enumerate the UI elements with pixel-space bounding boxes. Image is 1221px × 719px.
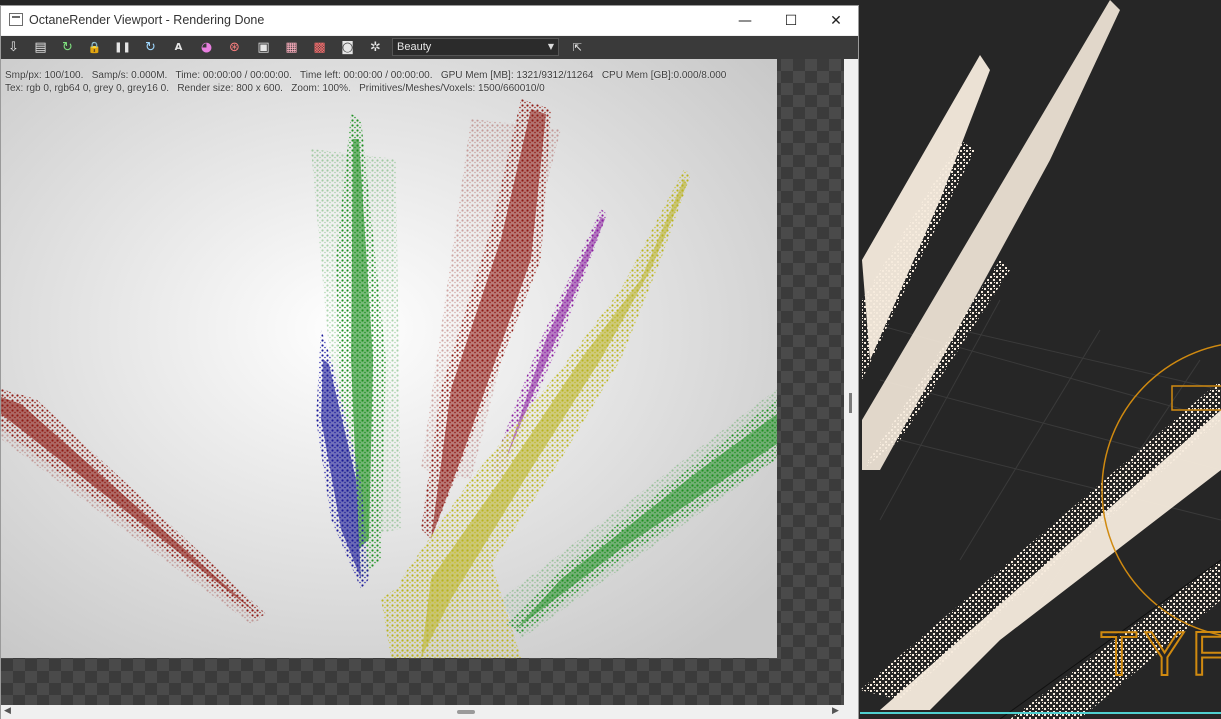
window-title: OctaneRender Viewport - Rendering Done <box>29 13 265 27</box>
film-region-icon[interactable]: ▦ <box>283 39 300 56</box>
viewport-label: TYF <box>1100 620 1221 689</box>
render-toolbar: ⇩ ▤ ↻ 🔒 ❚❚ ↻ A ◕ ⊛ ▣ ▦ ▩ ◙ ✲ Beauty ▼ ⇱ <box>1 36 858 59</box>
timeline-accent <box>860 712 1221 714</box>
region-icon[interactable]: ▣ <box>255 39 272 56</box>
horizontal-scrollbar[interactable]: ◀ ▶ <box>1 705 858 719</box>
maximize-button[interactable]: ☐ <box>768 6 814 35</box>
title-bar[interactable]: OctaneRender Viewport - Rendering Done —… <box>1 6 858 35</box>
window-app-icon <box>9 13 23 26</box>
vertical-scroll-thumb[interactable] <box>849 393 852 413</box>
color-wheel-icon[interactable]: ◕ <box>198 39 215 56</box>
aperture-icon[interactable]: A <box>170 39 187 56</box>
target-icon[interactable]: ⊛ <box>226 39 243 56</box>
dropdown-arrow-icon: ▼ <box>547 42 554 51</box>
clipboard-icon[interactable]: ▤ <box>32 39 49 56</box>
fit-view-icon[interactable]: ⇱ <box>569 39 586 56</box>
render-canvas[interactable]: Smp/px: 100/100. Samp/s: 0.000M. Time: 0… <box>1 59 858 705</box>
render-pass-select[interactable]: Beauty ▼ <box>392 38 559 56</box>
vertical-scrollbar[interactable] <box>844 59 858 705</box>
render-icon[interactable]: ▩ <box>311 39 328 56</box>
render-stats-line2: Tex: rgb 0, rgb64 0, grey 0, grey16 0. R… <box>5 83 545 94</box>
render-pass-value: Beauty <box>397 41 432 53</box>
scroll-right-icon[interactable]: ▶ <box>832 706 839 716</box>
close-button[interactable]: ✕ <box>813 6 859 35</box>
rendered-image <box>1 59 777 658</box>
settings-icon[interactable]: ✲ <box>367 39 384 56</box>
render-stats-line1: Smp/px: 100/100. Samp/s: 0.000M. Time: 0… <box>5 70 727 81</box>
refresh-icon[interactable]: ↻ <box>142 39 159 56</box>
scroll-left-icon[interactable]: ◀ <box>4 706 11 716</box>
minimize-button[interactable]: — <box>722 6 768 35</box>
camera-icon[interactable]: ◙ <box>339 39 356 56</box>
lock-icon[interactable]: 🔒 <box>86 39 103 56</box>
horizontal-scroll-thumb[interactable] <box>457 710 475 714</box>
octane-viewport-window: OctaneRender Viewport - Rendering Done —… <box>0 5 859 719</box>
pause-icon[interactable]: ❚❚ <box>114 39 131 56</box>
import-icon[interactable]: ⇩ <box>5 39 22 56</box>
restart-icon[interactable]: ↻ <box>59 39 76 56</box>
